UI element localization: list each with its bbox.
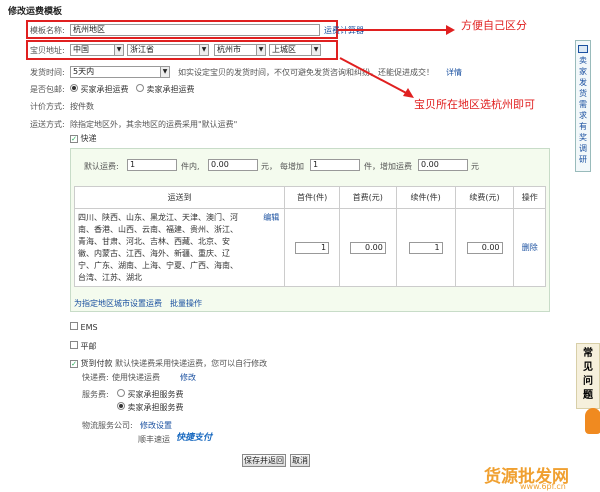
unit-item-within: 件内, bbox=[181, 162, 200, 171]
action-cell: 删除 bbox=[513, 208, 546, 287]
default-qty-input[interactable]: 1 bbox=[127, 159, 177, 171]
pricing-label: 计价方式: bbox=[30, 102, 65, 111]
table-header-row: 运送到 首件(件) 首费(元) 续件(件) 续费(元) 操作 bbox=[73, 186, 546, 209]
ship-time-select[interactable]: 5天内 ▼ bbox=[70, 66, 170, 78]
radio-unselected[interactable] bbox=[117, 389, 125, 397]
col-first-fee: 首费(元) bbox=[338, 186, 397, 209]
region-line: 徽、内蒙古、江西、海外、新疆、重庆、辽 bbox=[78, 248, 230, 258]
country-select[interactable]: 中国 ▼ bbox=[70, 44, 124, 56]
post-checkbox[interactable]: 平邮 bbox=[70, 341, 97, 352]
template-name-label: 模板名称: bbox=[30, 26, 65, 35]
next-fee-cell: 0.00 bbox=[454, 208, 515, 287]
seller-pays-option[interactable]: 卖家承担运费 bbox=[136, 84, 195, 95]
ship-time-label: 发货时间: bbox=[30, 68, 65, 77]
seller-survey-tab[interactable]: 卖家发货需求有奖调研 bbox=[575, 40, 591, 172]
next-qty-cell: 1 bbox=[395, 208, 456, 287]
col-next-qty: 续件(件) bbox=[395, 186, 456, 209]
cancel-button[interactable]: 取消 bbox=[290, 454, 310, 467]
default-fee-label: 默认运费: bbox=[84, 162, 119, 171]
buyer-pays-option[interactable]: 买家承担运费 bbox=[70, 84, 129, 95]
edit-regions-link[interactable]: 编辑 bbox=[263, 212, 279, 224]
set-region-fee-link[interactable]: 为指定地区城市设置运费 bbox=[74, 298, 162, 309]
ship-time-detail-link[interactable]: 详情 bbox=[446, 67, 462, 78]
first-fee-cell: 0.00 bbox=[338, 208, 397, 287]
chevron-down-icon: ▼ bbox=[256, 45, 265, 55]
express-fee-edit-link[interactable]: 修改 bbox=[180, 372, 196, 383]
chevron-down-icon: ▼ bbox=[160, 67, 169, 77]
region-line: 台湾、江苏、湖北 bbox=[78, 272, 142, 282]
table-row: 四川、陕西、山东、黑龙江、天津、澳门、河 南、香港、山西、云南、福建、贵州、浙江… bbox=[73, 208, 546, 287]
add-fee-label: 增加运费 bbox=[380, 162, 412, 171]
express-checkbox[interactable]: 快递 bbox=[70, 133, 97, 144]
region-line: 宁、广东、湖南、上海、宁夏、广西、海南、 bbox=[78, 260, 238, 270]
next-fee-input[interactable]: 0.00 bbox=[466, 241, 503, 254]
each-add-label: 每增加 bbox=[280, 162, 304, 171]
first-fee-input[interactable]: 0.00 bbox=[349, 241, 386, 254]
ems-checkbox[interactable]: EMS bbox=[70, 322, 98, 332]
next-qty-input[interactable]: 1 bbox=[408, 241, 443, 254]
cod-checkbox[interactable]: 货到付款 默认快递费采用快递运费，您可以自行修改 bbox=[70, 358, 267, 369]
service-seller-option[interactable]: 卖家承担服务费 bbox=[117, 402, 184, 413]
express-fee-label: 快递费: bbox=[82, 373, 109, 382]
checkbox-checked[interactable] bbox=[70, 135, 78, 143]
delete-row-link[interactable]: 删除 bbox=[522, 243, 538, 252]
survey-icon bbox=[578, 45, 588, 53]
each-add-input[interactable]: 1 bbox=[310, 159, 360, 171]
unit-item-2: 件， bbox=[364, 162, 380, 171]
pricing-value: 按件数 bbox=[70, 102, 94, 111]
logistics-value: 顺丰速运 bbox=[138, 435, 170, 444]
freight-calculator-link[interactable]: 运费计算器 bbox=[324, 25, 364, 36]
template-name-input[interactable]: 杭州地区 bbox=[70, 24, 320, 36]
mascot-icon bbox=[585, 408, 600, 434]
logistics-label: 物流服务公司: bbox=[82, 421, 133, 430]
watermark-url: www.6pf.cn bbox=[520, 482, 566, 491]
annotation-note-2: 宝贝所在地区选杭州即可 bbox=[414, 98, 535, 111]
city-select[interactable]: 杭州市 ▼ bbox=[214, 44, 266, 56]
region-line: 青海、甘肃、河北、吉林、西藏、北京、安 bbox=[78, 236, 230, 246]
col-destination: 运送到 bbox=[73, 186, 286, 209]
region-line: 南、香港、山西、云南、福建、贵州、浙江、 bbox=[78, 224, 238, 234]
express-fee-value: 使用快递运费 bbox=[112, 373, 160, 382]
checkbox-unchecked[interactable] bbox=[70, 322, 78, 330]
region-cell: 四川、陕西、山东、黑龙江、天津、澳门、河 南、香港、山西、云南、福建、贵州、浙江… bbox=[73, 208, 286, 287]
col-first-qty: 首件(件) bbox=[284, 186, 340, 209]
province-select[interactable]: 浙江省 ▼ bbox=[127, 44, 209, 56]
page-title: 修改运费模板 bbox=[8, 7, 63, 17]
address-label: 宝贝地址: bbox=[30, 46, 65, 55]
cod-hint: 默认快递费采用快递运费，您可以自行修改 bbox=[115, 359, 268, 368]
radio-unselected[interactable] bbox=[136, 84, 144, 92]
chevron-down-icon: ▼ bbox=[311, 45, 320, 55]
checkbox-unchecked[interactable] bbox=[70, 341, 78, 349]
unit-yuan-1: 元， bbox=[261, 162, 277, 171]
chevron-down-icon: ▼ bbox=[199, 45, 208, 55]
logistics-edit-link[interactable]: 修改设置 bbox=[140, 420, 172, 431]
col-actions: 操作 bbox=[513, 186, 546, 209]
fast-pay-logo: 快捷支付 bbox=[176, 433, 213, 443]
method-label: 运送方式: bbox=[30, 120, 65, 129]
method-hint: 除指定地区外，其余地区的运费采用"默认运费" bbox=[70, 120, 238, 129]
service-fee-label: 服务费: bbox=[82, 390, 109, 399]
first-qty-cell: 1 bbox=[284, 208, 340, 287]
service-buyer-option[interactable]: 买家承担服务费 bbox=[117, 389, 184, 400]
unit-yuan-2: 元 bbox=[471, 162, 479, 171]
chevron-down-icon: ▼ bbox=[114, 45, 123, 55]
annotation-note-1: 方便自己区分 bbox=[461, 19, 527, 32]
first-qty-input[interactable]: 1 bbox=[295, 241, 330, 254]
free-shipping-label: 是否包邮: bbox=[30, 85, 65, 94]
arrow-head-1 bbox=[446, 25, 455, 35]
save-and-return-button[interactable]: 保存并返回 bbox=[242, 454, 286, 467]
radio-selected[interactable] bbox=[117, 402, 125, 410]
region-fee-table: 运送到 首件(件) 首费(元) 续件(件) 续费(元) 操作 四川、陕西、山东、… bbox=[73, 186, 546, 287]
region-line: 四川、陕西、山东、黑龙江、天津、澳门、河 bbox=[78, 212, 238, 222]
radio-selected[interactable] bbox=[70, 84, 78, 92]
batch-operation-link[interactable]: 批量操作 bbox=[170, 298, 202, 309]
arrow-head-2 bbox=[403, 88, 414, 98]
add-fee-input[interactable]: 0.00 bbox=[418, 159, 468, 171]
default-fee-input[interactable]: 0.00 bbox=[208, 159, 258, 171]
col-next-fee: 续费(元) bbox=[454, 186, 515, 209]
checkbox-checked[interactable] bbox=[70, 360, 78, 368]
district-select[interactable]: 上城区 ▼ bbox=[269, 44, 321, 56]
faq-tab[interactable]: 常见问题 bbox=[576, 343, 600, 409]
ship-time-hint: 如实设定宝贝的发货时间，不仅可避免发货咨询和纠纷，还能促进成交！ bbox=[178, 68, 434, 77]
